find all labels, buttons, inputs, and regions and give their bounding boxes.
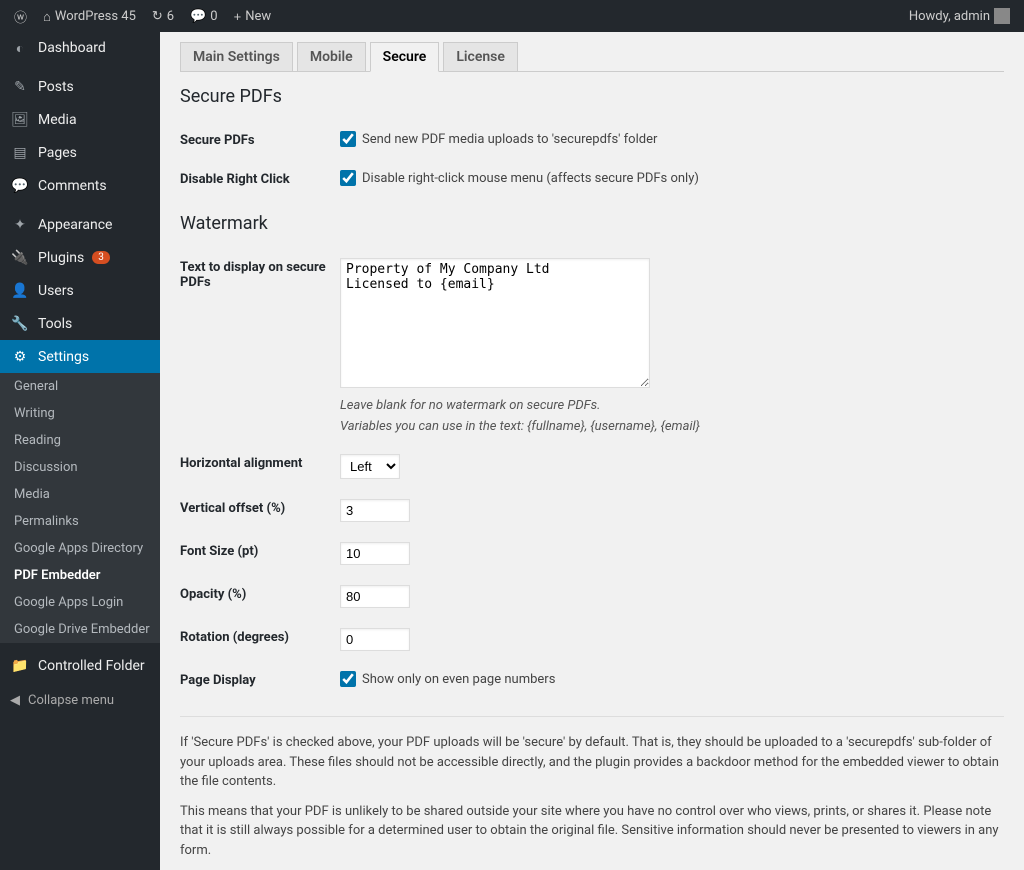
settings-icon: ⚙ <box>10 348 30 365</box>
collapse-menu[interactable]: ◀Collapse menu <box>0 682 160 718</box>
explain-p2: This means that your PDF is unlikely to … <box>180 802 1004 861</box>
plugins-badge: 3 <box>92 251 110 264</box>
explain-p1: If 'Secure PDFs' is checked above, your … <box>180 733 1004 792</box>
tools-icon: 🔧 <box>10 315 30 332</box>
menu-media[interactable]: 🖼Media <box>0 103 160 136</box>
page-display-checkbox[interactable] <box>340 671 356 687</box>
menu-tools[interactable]: 🔧Tools <box>0 307 160 340</box>
settings-tabs: Main Settings Mobile Secure License <box>180 42 1004 72</box>
menu-appearance[interactable]: ✦Appearance <box>0 208 160 241</box>
plugins-icon: 🔌 <box>10 249 30 266</box>
comment-icon: 💬 <box>190 8 206 24</box>
submenu-google-drive-embedder[interactable]: Google Drive Embedder <box>0 616 160 643</box>
watermark-hint1: Leave blank for no watermark on secure P… <box>340 398 994 413</box>
disable-right-click-text: Disable right-click mouse menu (affects … <box>362 171 699 186</box>
tab-mobile[interactable]: Mobile <box>297 42 366 72</box>
menu-plugins[interactable]: 🔌Plugins3 <box>0 241 160 274</box>
halign-select[interactable]: Left <box>340 454 400 479</box>
submenu-google-apps-directory[interactable]: Google Apps Directory <box>0 535 160 562</box>
avatar-icon <box>994 8 1010 24</box>
opacity-label: Opacity (%) <box>180 575 340 618</box>
rotation-input[interactable] <box>340 628 410 651</box>
menu-controlled-folder[interactable]: 📁Controlled Folder <box>0 649 160 682</box>
folder-icon: 📁 <box>10 657 30 674</box>
plus-icon: + <box>234 9 242 24</box>
settings-submenu: General Writing Reading Discussion Media… <box>0 373 160 643</box>
refresh-icon: ↻ <box>152 8 163 24</box>
tab-license[interactable]: License <box>443 42 518 72</box>
secure-pdfs-label: Secure PDFs <box>180 121 340 160</box>
media-icon: 🖼 <box>10 111 30 128</box>
watermark-hint2: Variables you can use in the text: {full… <box>340 419 994 434</box>
comments-icon: 💬 <box>10 177 30 194</box>
appearance-icon: ✦ <box>10 216 30 233</box>
site-name[interactable]: ⌂ WordPress 45 <box>37 0 142 32</box>
users-icon: 👤 <box>10 282 30 299</box>
posts-icon: ✎ <box>10 78 30 95</box>
watermark-heading: Watermark <box>180 213 1004 234</box>
voffset-label: Vertical offset (%) <box>180 489 340 532</box>
submenu-writing[interactable]: Writing <box>0 400 160 427</box>
admin-bar: ⓦ ⌂WordPress 45 ↻6 💬0 +New Howdy, admin <box>0 0 1024 32</box>
admin-sidebar: ◐Dashboard ✎Posts 🖼Media ▤Pages 💬Comment… <box>0 32 160 870</box>
home-icon: ⌂ <box>43 9 51 24</box>
new-content[interactable]: +New <box>228 0 278 32</box>
updates[interactable]: ↻6 <box>146 0 180 32</box>
rotation-label: Rotation (degrees) <box>180 618 340 661</box>
my-account[interactable]: Howdy, admin <box>903 0 1016 32</box>
pages-icon: ▤ <box>10 144 30 161</box>
submenu-discussion[interactable]: Discussion <box>0 454 160 481</box>
submenu-google-apps-login[interactable]: Google Apps Login <box>0 589 160 616</box>
tab-secure[interactable]: Secure <box>370 42 440 72</box>
secure-pdfs-checkbox[interactable] <box>340 131 356 147</box>
submenu-media[interactable]: Media <box>0 481 160 508</box>
wp-logo[interactable]: ⓦ <box>8 0 33 32</box>
comments[interactable]: 💬0 <box>184 0 224 32</box>
menu-dashboard[interactable]: ◐Dashboard <box>0 32 160 64</box>
menu-comments[interactable]: 💬Comments <box>0 169 160 202</box>
secure-pdfs-text: Send new PDF media uploads to 'securepdf… <box>362 132 657 147</box>
menu-posts[interactable]: ✎Posts <box>0 70 160 103</box>
comments-count: 0 <box>210 9 217 24</box>
updates-count: 6 <box>167 9 174 24</box>
page-display-label: Page Display <box>180 661 340 700</box>
collapse-icon: ◀ <box>10 692 20 708</box>
tab-main-settings[interactable]: Main Settings <box>180 42 293 72</box>
submenu-general[interactable]: General <box>0 373 160 400</box>
submenu-reading[interactable]: Reading <box>0 427 160 454</box>
wordpress-icon: ⓦ <box>14 7 27 26</box>
new-label: New <box>245 9 271 24</box>
dashboard-icon: ◐ <box>10 40 30 56</box>
menu-users[interactable]: 👤Users <box>0 274 160 307</box>
fontsize-input[interactable] <box>340 542 410 565</box>
fontsize-label: Font Size (pt) <box>180 532 340 575</box>
watermark-textarea[interactable] <box>340 258 650 388</box>
submenu-pdf-embedder[interactable]: PDF Embedder <box>0 562 160 589</box>
menu-pages[interactable]: ▤Pages <box>0 136 160 169</box>
voffset-input[interactable] <box>340 499 410 522</box>
halign-label: Horizontal alignment <box>180 444 340 489</box>
site-name-label: WordPress 45 <box>55 9 136 24</box>
opacity-input[interactable] <box>340 585 410 608</box>
page-display-text: Show only on even page numbers <box>362 672 555 687</box>
watermark-text-label: Text to display on secure PDFs <box>180 248 340 444</box>
disable-right-click-checkbox[interactable] <box>340 170 356 186</box>
howdy-label: Howdy, admin <box>909 9 990 24</box>
submenu-permalinks[interactable]: Permalinks <box>0 508 160 535</box>
menu-settings[interactable]: ⚙Settings <box>0 340 160 373</box>
secure-pdfs-heading: Secure PDFs <box>180 86 1004 107</box>
disable-right-click-label: Disable Right Click <box>180 160 340 199</box>
content-area: Main Settings Mobile Secure License Secu… <box>160 32 1024 870</box>
